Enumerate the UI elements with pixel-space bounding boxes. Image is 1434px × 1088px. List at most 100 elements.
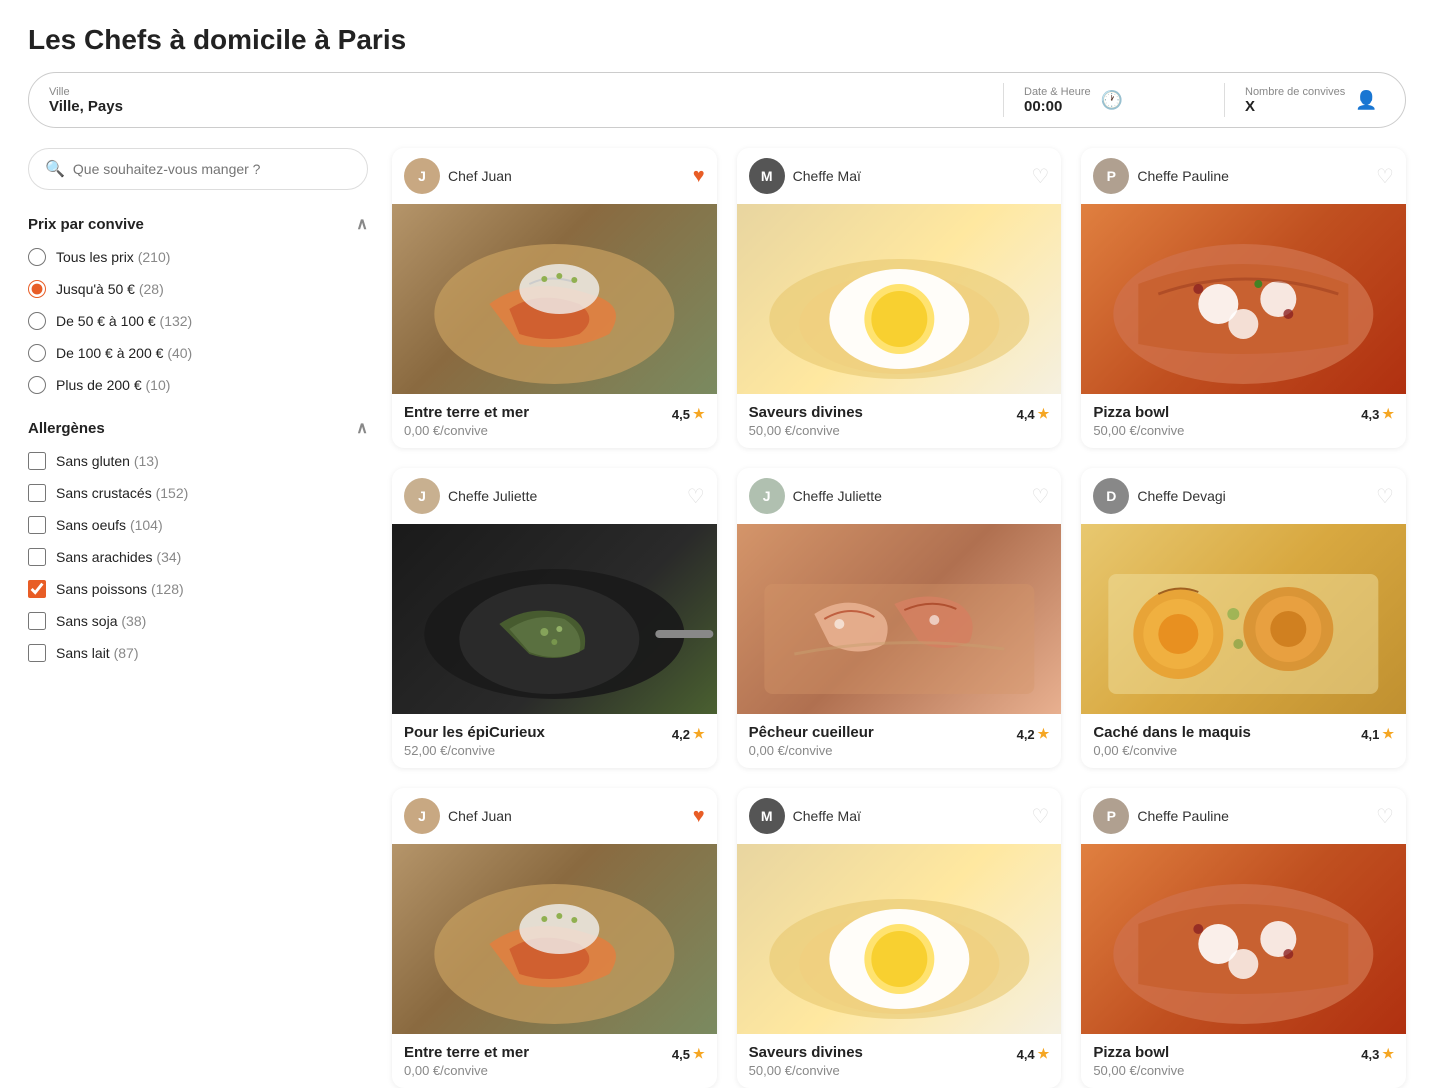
allergen-crustaces-label: Sans crustacés (152) xyxy=(56,485,188,501)
chef-info-3: J Cheffe Juliette xyxy=(404,478,537,514)
food-svg-7 xyxy=(737,844,1062,1034)
dish-price-3: 52,00 €/convive xyxy=(404,743,545,758)
price-option-all[interactable]: Tous les prix (210) xyxy=(28,248,368,266)
card-header-8: P Cheffe Pauline ♡ xyxy=(1081,788,1406,844)
allergen-soja[interactable]: Sans soja (38) xyxy=(28,612,368,630)
dish-price-0: 0,00 €/convive xyxy=(404,423,529,438)
allergen-soja-label: Sans soja (38) xyxy=(56,613,146,629)
card-image-7 xyxy=(737,844,1062,1034)
allergen-poissons-label: Sans poissons (128) xyxy=(56,581,184,597)
food-svg-3 xyxy=(392,524,717,714)
favorite-icon-1[interactable]: ♡ xyxy=(1031,164,1049,189)
favorite-icon-4[interactable]: ♡ xyxy=(1031,484,1049,509)
card-0[interactable]: J Chef Juan ♥ Entre terre et mer 0,00 €/… xyxy=(392,148,717,448)
favorite-icon-2[interactable]: ♡ xyxy=(1376,164,1394,189)
price-filter-label: Prix par convive xyxy=(28,216,144,233)
card-header-2: P Cheffe Pauline ♡ xyxy=(1081,148,1406,204)
price-option-50to100-label: De 50 € à 100 € (132) xyxy=(56,313,192,329)
allergens-checkbox-group: Sans gluten (13) Sans crustacés (152) Sa… xyxy=(28,452,368,662)
dish-price-6: 0,00 €/convive xyxy=(404,1063,529,1078)
rating-6: 4,5 ★ xyxy=(672,1046,705,1062)
datetime-field[interactable]: Date & Heure 00:00 🕐 xyxy=(1004,73,1224,127)
guests-value: X xyxy=(1245,98,1345,115)
card-footer-4: Pêcheur cueilleur 0,00 €/convive 4,2 ★ xyxy=(737,714,1062,768)
price-filter-section: Prix par convive ∧ Tous les prix (210) J… xyxy=(28,214,368,394)
card-7[interactable]: M Cheffe Maï ♡ Saveurs divines 50,00 €/c… xyxy=(737,788,1062,1088)
sidebar: 🔍 Prix par convive ∧ Tous les prix (210)… xyxy=(28,148,368,1088)
card-image-8 xyxy=(1081,844,1406,1034)
favorite-icon-6[interactable]: ♥ xyxy=(693,805,705,828)
price-option-all-label: Tous les prix (210) xyxy=(56,249,170,265)
star-icon-4: ★ xyxy=(1038,726,1050,742)
card-5[interactable]: D Cheffe Devagi ♡ Caché dans le maquis 0… xyxy=(1081,468,1406,768)
chef-avatar-3: J xyxy=(404,478,440,514)
rating-8: 4,3 ★ xyxy=(1361,1046,1394,1062)
cards-grid: J Chef Juan ♥ Entre terre et mer 0,00 €/… xyxy=(392,148,1406,1088)
favorite-icon-3[interactable]: ♡ xyxy=(687,484,705,509)
star-icon-0: ★ xyxy=(693,406,705,422)
rating-4: 4,2 ★ xyxy=(1017,726,1050,742)
card-4[interactable]: J Cheffe Juliette ♡ Pêcheur cueilleur 0,… xyxy=(737,468,1062,768)
card-1[interactable]: M Cheffe Maï ♡ Saveurs divines 50,00 €/c… xyxy=(737,148,1062,448)
allergen-oeufs[interactable]: Sans oeufs (104) xyxy=(28,516,368,534)
favorite-icon-7[interactable]: ♡ xyxy=(1031,804,1049,829)
chef-info-0: J Chef Juan xyxy=(404,158,512,194)
card-6[interactable]: J Chef Juan ♥ Entre terre et mer 0,00 €/… xyxy=(392,788,717,1088)
food-svg-2 xyxy=(1081,204,1406,394)
favorite-icon-8[interactable]: ♡ xyxy=(1376,804,1394,829)
clock-icon: 🕐 xyxy=(1101,90,1123,111)
card-8[interactable]: P Cheffe Pauline ♡ Pizza bowl 50,00 €/co… xyxy=(1081,788,1406,1088)
chef-name-4: Cheffe Juliette xyxy=(793,488,882,504)
card-image-3 xyxy=(392,524,717,714)
rating-0: 4,5 ★ xyxy=(672,406,705,422)
card-2[interactable]: P Cheffe Pauline ♡ Pizza bowl 50,00 €/co… xyxy=(1081,148,1406,448)
chef-name-3: Cheffe Juliette xyxy=(448,488,537,504)
allergen-gluten[interactable]: Sans gluten (13) xyxy=(28,452,368,470)
chef-avatar-0: J xyxy=(404,158,440,194)
dish-price-4: 0,00 €/convive xyxy=(749,743,874,758)
allergens-filter-section: Allergènes ∧ Sans gluten (13) Sans crust… xyxy=(28,418,368,662)
allergen-poissons[interactable]: Sans poissons (128) xyxy=(28,580,368,598)
allergen-lait[interactable]: Sans lait (87) xyxy=(28,644,368,662)
allergens-filter-header: Allergènes ∧ xyxy=(28,418,368,438)
city-field[interactable]: Ville Ville, Pays xyxy=(29,73,1003,127)
chef-info-4: J Cheffe Juliette xyxy=(749,478,882,514)
price-radio-group: Tous les prix (210) Jusqu'à 50 € (28) De… xyxy=(28,248,368,394)
card-footer-8: Pizza bowl 50,00 €/convive 4,3 ★ xyxy=(1081,1034,1406,1088)
guests-field[interactable]: Nombre de convives X 👤 xyxy=(1225,73,1405,127)
price-filter-header: Prix par convive ∧ xyxy=(28,214,368,234)
main-layout: 🔍 Prix par convive ∧ Tous les prix (210)… xyxy=(0,148,1434,1088)
food-svg-1 xyxy=(737,204,1062,394)
dish-name-0: Entre terre et mer xyxy=(404,404,529,421)
price-option-100to200[interactable]: De 100 € à 200 € (40) xyxy=(28,344,368,362)
card-image-6 xyxy=(392,844,717,1034)
dish-price-8: 50,00 €/convive xyxy=(1093,1063,1184,1078)
favorite-icon-5[interactable]: ♡ xyxy=(1376,484,1394,509)
allergens-filter-label: Allergènes xyxy=(28,420,105,437)
chef-info-6: J Chef Juan xyxy=(404,798,512,834)
price-option-over200[interactable]: Plus de 200 € (10) xyxy=(28,376,368,394)
card-3[interactable]: J Cheffe Juliette ♡ Pour les épiCurieux … xyxy=(392,468,717,768)
sidebar-search-box[interactable]: 🔍 xyxy=(28,148,368,190)
chef-avatar-7: M xyxy=(749,798,785,834)
city-input[interactable]: Ville, Pays xyxy=(49,98,983,115)
food-svg-6 xyxy=(392,844,717,1034)
chef-avatar-1: M xyxy=(749,158,785,194)
price-option-under50[interactable]: Jusqu'à 50 € (28) xyxy=(28,280,368,298)
sidebar-search-input[interactable] xyxy=(73,161,351,177)
card-footer-3: Pour les épiCurieux 52,00 €/convive 4,2 … xyxy=(392,714,717,768)
dish-name-4: Pêcheur cueilleur xyxy=(749,724,874,741)
card-header-1: M Cheffe Maï ♡ xyxy=(737,148,1062,204)
allergens-chevron-icon[interactable]: ∧ xyxy=(356,418,368,438)
datetime-value: 00:00 xyxy=(1024,98,1091,115)
allergen-arachides[interactable]: Sans arachides (34) xyxy=(28,548,368,566)
price-option-50to100[interactable]: De 50 € à 100 € (132) xyxy=(28,312,368,330)
person-icon: 👤 xyxy=(1355,90,1377,111)
chef-avatar-8: P xyxy=(1093,798,1129,834)
page-title: Les Chefs à domicile à Paris xyxy=(0,0,1434,72)
rating-3: 4,2 ★ xyxy=(672,726,705,742)
allergen-crustaces[interactable]: Sans crustacés (152) xyxy=(28,484,368,502)
city-label: Ville xyxy=(49,86,983,98)
price-chevron-icon[interactable]: ∧ xyxy=(356,214,368,234)
favorite-icon-0[interactable]: ♥ xyxy=(693,165,705,188)
